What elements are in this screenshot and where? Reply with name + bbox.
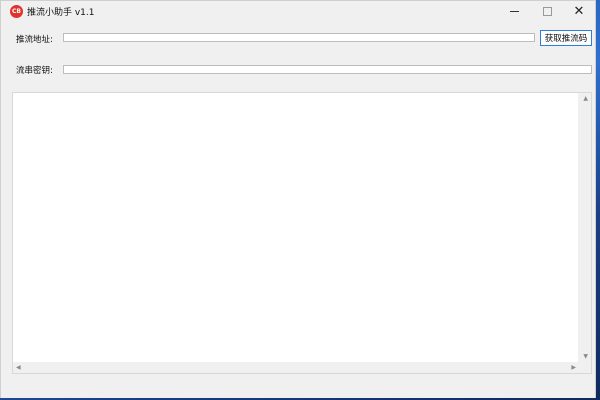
scrollbar-corner [578,362,591,373]
maximize-icon [542,6,552,16]
vertical-scrollbar[interactable]: ▲ ▼ [578,93,591,363]
status-bar [1,374,595,398]
minimize-button[interactable] [498,1,530,21]
output-panel: ▲ ▼ ◀ ▶ [12,92,592,374]
close-icon: ✕ [573,3,585,19]
scroll-left-icon[interactable]: ◀ [16,365,21,371]
close-button[interactable]: ✕ [563,1,595,21]
scroll-right-icon[interactable]: ▶ [571,365,576,371]
output-textarea[interactable] [13,93,579,363]
stream-key-label: 流串密钥: [16,66,53,76]
url-input[interactable] [63,33,535,42]
minimize-icon [509,10,519,12]
maximize-button[interactable] [531,1,563,21]
url-label: 推流地址: [16,35,53,45]
scroll-down-icon[interactable]: ▼ [583,354,588,360]
app-logo-icon: CB [10,5,23,18]
stream-key-input[interactable] [63,65,592,74]
get-stream-code-button[interactable]: 获取推流码 [540,30,592,46]
title-bar[interactable]: CB 推流小助手 v1.1 ✕ [1,1,595,23]
scroll-up-icon[interactable]: ▲ [583,96,588,102]
horizontal-scrollbar[interactable]: ◀ ▶ [13,362,579,373]
window-title: 推流小助手 v1.1 [27,8,95,18]
app-window: CB 推流小助手 v1.1 ✕ 推流地址: 获取推流码 流串密钥: ▲ ▼ ◀ … [0,0,596,398]
